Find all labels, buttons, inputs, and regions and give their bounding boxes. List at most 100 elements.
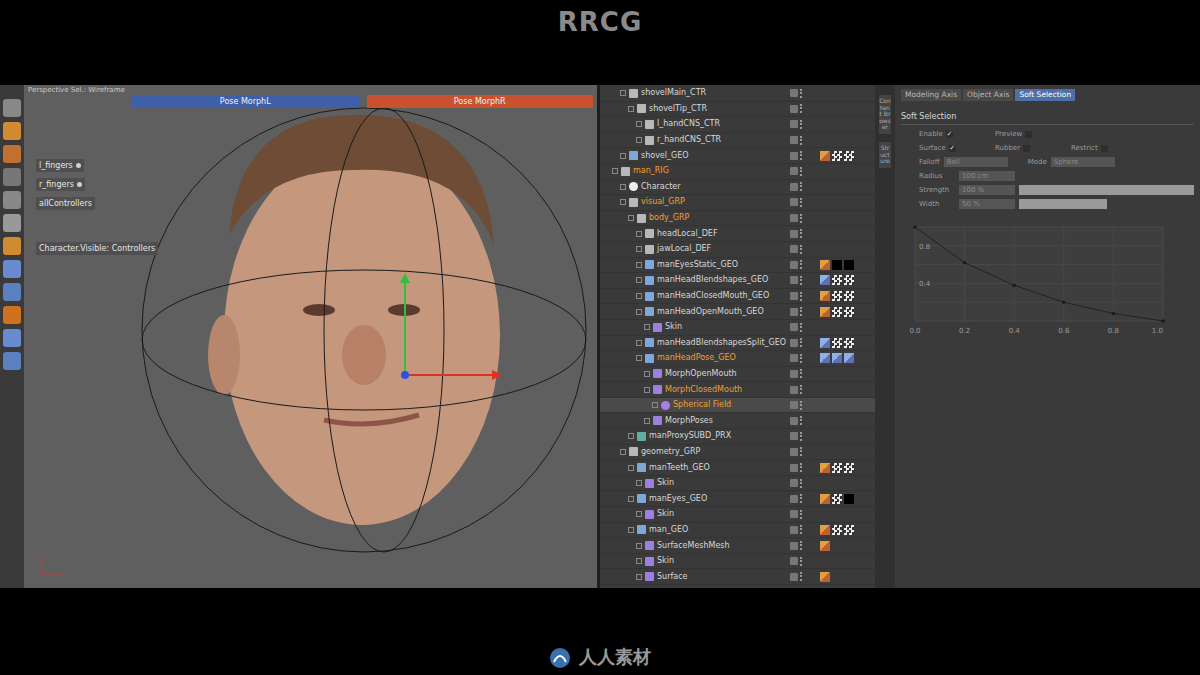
- object-row[interactable]: Spherical Field: [600, 398, 875, 414]
- black-tag-icon[interactable]: [832, 260, 842, 270]
- vertex-tag-icon[interactable]: [820, 151, 830, 161]
- object-row[interactable]: headLocal_DEF: [600, 226, 875, 242]
- object-row[interactable]: manHeadClosedMouth_GEO: [600, 289, 875, 305]
- visibility-dots-icon[interactable]: [800, 572, 803, 581]
- object-row[interactable]: manHeadPose_GEO: [600, 351, 875, 367]
- controller-label[interactable]: l_fingers: [36, 159, 84, 172]
- tool-icon[interactable]: [3, 191, 21, 209]
- curve-point[interactable]: [1161, 319, 1165, 323]
- layer-box-icon[interactable]: [790, 510, 798, 518]
- checkbox[interactable]: ✓: [949, 145, 956, 152]
- layer-box-icon[interactable]: [790, 120, 798, 128]
- side-tab[interactable]: Structure: [879, 142, 891, 168]
- visibility-dots-icon[interactable]: [800, 369, 803, 378]
- tree-expander-icon[interactable]: [644, 387, 650, 393]
- checker-tag-icon[interactable]: [832, 275, 842, 285]
- checkbox-item[interactable]: Preview: [995, 129, 1057, 139]
- object-row[interactable]: Surface: [600, 569, 875, 585]
- visibility-dots-icon[interactable]: [800, 432, 803, 441]
- checker-tag-icon[interactable]: [844, 291, 854, 301]
- checker-tag-icon[interactable]: [832, 494, 842, 504]
- morph-tag-icon[interactable]: [832, 353, 842, 363]
- visibility-dots-icon[interactable]: [800, 120, 803, 129]
- viewport-canvas[interactable]: Perspective Sel.: WireframePose MorphLPo…: [24, 85, 597, 588]
- tree-expander-icon[interactable]: [620, 449, 626, 455]
- vertex-tag-icon[interactable]: [820, 260, 830, 270]
- layer-box-icon[interactable]: [790, 292, 798, 300]
- tool-icon[interactable]: [3, 145, 21, 163]
- spherical-field-shape[interactable]: [142, 108, 586, 552]
- layer-box-icon[interactable]: [790, 354, 798, 362]
- vertex-tag-icon[interactable]: [820, 572, 830, 582]
- object-row[interactable]: MorphOpenMouth: [600, 367, 875, 383]
- tree-expander-icon[interactable]: [628, 106, 634, 112]
- layer-box-icon[interactable]: [790, 323, 798, 331]
- tree-expander-icon[interactable]: [636, 558, 642, 564]
- checker-tag-icon[interactable]: [832, 463, 842, 473]
- checker-tag-icon[interactable]: [844, 338, 854, 348]
- object-row[interactable]: geometry_GRP: [600, 445, 875, 461]
- tool-icon[interactable]: [3, 168, 21, 186]
- side-tab[interactable]: Content Browser: [879, 95, 891, 134]
- object-row[interactable]: Skin: [600, 320, 875, 336]
- select-box[interactable]: Sphere: [1051, 157, 1115, 167]
- attribute-tab[interactable]: Modeling Axis: [901, 89, 961, 101]
- layer-box-icon[interactable]: [790, 261, 798, 269]
- tree-expander-icon[interactable]: [636, 355, 642, 361]
- layer-box-icon[interactable]: [790, 136, 798, 144]
- layer-box-icon[interactable]: [790, 417, 798, 425]
- checkbox[interactable]: [1101, 145, 1108, 152]
- object-row[interactable]: visual_GRP: [600, 195, 875, 211]
- visibility-dots-icon[interactable]: [800, 214, 803, 223]
- axis-x-icon[interactable]: [405, 374, 494, 376]
- visibility-dots-icon[interactable]: [800, 401, 803, 410]
- tool-icon[interactable]: [3, 99, 21, 117]
- field-value[interactable]: 100 %: [959, 185, 1015, 195]
- tool-icon[interactable]: [3, 352, 21, 370]
- field-value[interactable]: 100 cm: [959, 171, 1015, 181]
- layer-box-icon[interactable]: [790, 542, 798, 550]
- layer-box-icon[interactable]: [790, 214, 798, 222]
- tree-expander-icon[interactable]: [620, 90, 626, 96]
- tree-expander-icon[interactable]: [636, 121, 642, 127]
- visibility-dots-icon[interactable]: [800, 136, 803, 145]
- falloff-graph[interactable]: 0.00.20.40.60.81.00.80.4: [901, 219, 1171, 339]
- object-row[interactable]: manHeadBlendshapesSplit_GEO: [600, 336, 875, 352]
- visibility-dots-icon[interactable]: [800, 151, 803, 160]
- vertex-tag-icon[interactable]: [820, 463, 830, 473]
- curve-point[interactable]: [1062, 300, 1066, 304]
- tree-expander-icon[interactable]: [636, 574, 642, 580]
- curve-point[interactable]: [963, 261, 967, 265]
- tree-expander-icon[interactable]: [620, 199, 626, 205]
- tool-icon[interactable]: [3, 237, 21, 255]
- visibility-dots-icon[interactable]: [800, 463, 803, 472]
- object-row[interactable]: manEyes_GEO: [600, 491, 875, 507]
- tree-expander-icon[interactable]: [636, 309, 642, 315]
- visibility-dots-icon[interactable]: [800, 198, 803, 207]
- tree-expander-icon[interactable]: [636, 277, 642, 283]
- checkbox-item[interactable]: Surface✓: [919, 143, 981, 153]
- checker-tag-icon[interactable]: [832, 338, 842, 348]
- tree-expander-icon[interactable]: [628, 215, 634, 221]
- morph-tag-icon[interactable]: [820, 353, 830, 363]
- checkbox-item[interactable]: Enable✓: [919, 129, 981, 139]
- checker-tag-icon[interactable]: [844, 275, 854, 285]
- morph-tag-icon[interactable]: [820, 338, 830, 348]
- tree-expander-icon[interactable]: [644, 371, 650, 377]
- tree-expander-icon[interactable]: [636, 340, 642, 346]
- checkbox[interactable]: [1025, 131, 1032, 138]
- tree-expander-icon[interactable]: [644, 418, 650, 424]
- axis-z-icon[interactable]: [401, 371, 409, 379]
- pose-morph-bar[interactable]: Pose MorphL: [132, 95, 359, 108]
- controller-label[interactable]: Character.Visible: Controllers: [36, 242, 158, 255]
- visibility-dots-icon[interactable]: [800, 89, 803, 98]
- object-row[interactable]: manTeeth_GEO: [600, 460, 875, 476]
- tree-expander-icon[interactable]: [628, 527, 634, 533]
- visibility-dots-icon[interactable]: [800, 510, 803, 519]
- curve-point[interactable]: [1112, 312, 1116, 316]
- tool-icon[interactable]: [3, 260, 21, 278]
- attribute-tab[interactable]: Object Axis: [963, 89, 1013, 101]
- tool-icon[interactable]: [3, 306, 21, 324]
- checkbox-item[interactable]: Restrict: [1071, 143, 1133, 153]
- object-row[interactable]: l_handCNS_CTR: [600, 117, 875, 133]
